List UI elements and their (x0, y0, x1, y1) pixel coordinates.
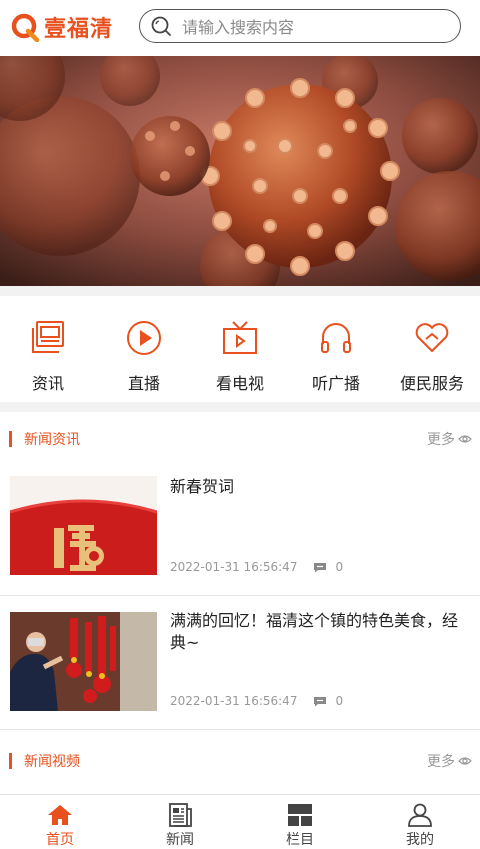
news-thumbnail (10, 476, 157, 575)
comment-icon (314, 562, 327, 572)
logo-text: 壹福清 (44, 17, 114, 42)
section-title: 新闻资讯 (24, 432, 80, 448)
tab-home[interactable]: 首页 (0, 795, 120, 849)
quicknav-label: 听广播 (311, 374, 360, 393)
news-image (10, 612, 157, 711)
news-meta: 2022-01-31 16:56:47 0 (170, 694, 343, 708)
tab-mine[interactable]: 我的 (360, 795, 480, 849)
grid-icon (288, 804, 312, 826)
news-meta: 2022-01-31 16:56:47 0 (170, 560, 343, 574)
search-input[interactable]: 请输入搜索内容 (182, 14, 294, 38)
tab-label: 栏目 (286, 832, 314, 848)
news-item[interactable]: 新春贺词 2022-01-31 16:56:47 0 (0, 468, 480, 596)
heart-icon (415, 323, 449, 352)
home-icon (48, 805, 72, 825)
quicknav-label: 资讯 (31, 374, 64, 393)
quicknav-item-services[interactable]: 便民服务 (384, 296, 480, 402)
more-link[interactable]: 更多 (427, 429, 472, 449)
quicknav-item-tv[interactable]: 看电视 (192, 296, 288, 402)
news-thumbnail (10, 612, 157, 711)
banner-image (0, 56, 480, 286)
logo-q-icon (11, 13, 40, 42)
tab-news[interactable]: 新闻 (120, 795, 240, 849)
tab-label: 首页 (46, 832, 74, 848)
user-icon (408, 803, 432, 827)
divider (0, 286, 480, 296)
search-bar[interactable]: 请输入搜索内容 (139, 9, 461, 43)
news-image (10, 476, 157, 575)
app-logo[interactable]: 壹福清 (10, 11, 113, 43)
app-header: 壹福清 请输入搜索内容 (0, 0, 480, 54)
eye-icon (458, 435, 472, 443)
section-accent-bar (9, 753, 12, 769)
more-label: 更多 (427, 754, 455, 770)
news-timestamp: 2022-01-31 16:56:47 (170, 560, 298, 574)
tv-icon (223, 321, 257, 354)
section-header-news: 新闻资讯 更多 (0, 417, 480, 461)
quicknav-label: 看电视 (215, 374, 264, 393)
tab-label: 新闻 (166, 832, 194, 848)
quick-nav: 资讯 直播 看电视 听广播 便民服务 (0, 296, 480, 402)
play-circle-icon (127, 321, 161, 355)
quicknav-item-live[interactable]: 直播 (96, 296, 192, 402)
quicknav-label: 便民服务 (399, 374, 464, 393)
search-icon (151, 16, 171, 36)
headphones-icon (321, 323, 351, 353)
more-label: 更多 (427, 432, 455, 448)
tab-label: 我的 (406, 832, 434, 848)
news-doc-icon (32, 321, 64, 353)
section-title: 新闻视频 (24, 754, 80, 770)
section-header-video: 新闻视频 更多 (0, 739, 480, 783)
tab-columns[interactable]: 栏目 (240, 795, 360, 849)
section-accent-bar (9, 431, 12, 447)
eye-icon (458, 757, 472, 765)
quicknav-label: 直播 (127, 374, 160, 393)
news-title: 满满的回忆！福清这个镇的特色美食，经典~ (170, 611, 459, 652)
comment-icon (314, 696, 327, 706)
comment-count: 0 (335, 560, 344, 574)
divider (0, 402, 480, 412)
quicknav-item-news[interactable]: 资讯 (0, 296, 96, 402)
news-title: 新春贺词 (170, 477, 235, 496)
banner-carousel[interactable] (0, 56, 480, 286)
quicknav-item-radio[interactable]: 听广播 (288, 296, 384, 402)
news-item[interactable]: 满满的回忆！福清这个镇的特色美食，经典~ 2022-01-31 16:56:47… (0, 596, 480, 730)
news-timestamp: 2022-01-31 16:56:47 (170, 694, 298, 708)
more-link[interactable]: 更多 (427, 751, 472, 771)
comment-count: 0 (335, 694, 344, 708)
newspaper-icon (169, 803, 192, 827)
bottom-tab-bar: 首页 新闻 栏目 我的 (0, 794, 480, 849)
